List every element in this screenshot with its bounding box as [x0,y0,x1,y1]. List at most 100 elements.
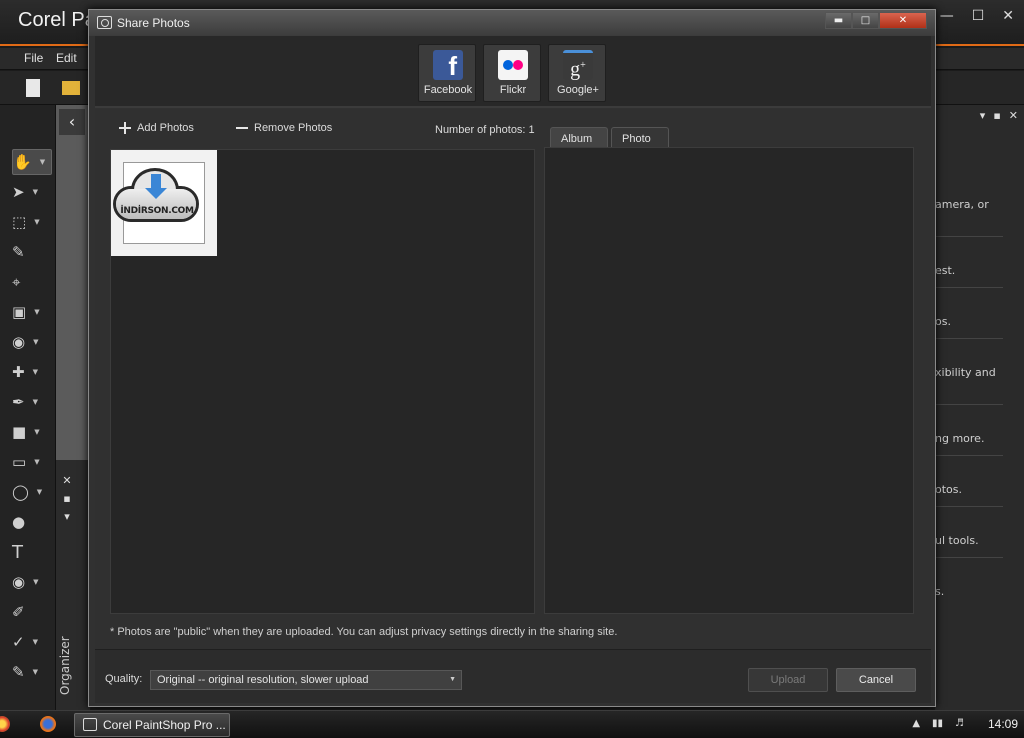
photo-thumbnail[interactable]: İNDİRSON.COM [111,150,217,256]
photo-list[interactable]: İNDİRSON.COM [110,149,535,614]
plus-icon [119,122,131,134]
dialog-body: Add Photos Remove Photos Number of photo… [95,109,931,649]
eraser-tool-icon[interactable]: ▭ ▼ [12,449,52,475]
thumbnail-brand-text: İNDİRSON.COM [120,206,194,216]
clock[interactable]: 14:09 [988,717,1018,731]
google-plus-logo-icon: g+ [563,50,593,81]
smudge-tool-icon[interactable]: ✎ ▼ [12,659,52,685]
flickr-button[interactable]: Flickr [483,44,541,102]
pan-tool-icon[interactable]: ✋ ▼ [12,149,52,175]
panel-text-line: ul tools. [935,534,979,547]
photo-count: Number of photos: 1 [435,124,535,136]
crop-tool-icon[interactable]: ⌖ [12,269,52,295]
facebook-label: Facebook [423,84,473,96]
straighten-tool-icon[interactable]: ▣ ▼ [12,299,52,325]
close-icon[interactable]: ✕ [60,472,74,490]
add-photos-label: Add Photos [137,122,194,134]
divider [935,404,1003,405]
panel-text-line: xibility and [935,366,996,379]
divider [935,557,1003,558]
close-icon[interactable]: ✕ [1009,109,1018,122]
panel-text-line: otos. [935,483,963,496]
makeover-tool-icon[interactable]: ✚ ▼ [12,359,52,385]
google-plus-label: Google+ [557,84,599,96]
pick-tool-icon[interactable]: ➤ ▼ [12,179,52,205]
chevron-down-icon: ▼ [449,676,456,683]
organizer-controls: ✕ ▪ ▾ [60,472,74,526]
dialog-titlebar[interactable]: Share Photos ▬ □ ✕ [89,10,935,36]
divider [935,506,1003,507]
flickr-label: Flickr [499,84,527,96]
cloud-download-logo: İNDİRSON.COM [107,166,205,226]
chevron-down-icon[interactable]: ▾ [60,508,74,526]
maximize-icon[interactable]: ☐ [972,8,985,24]
text-tool-icon[interactable]: T [12,539,52,565]
panel-text-line: os. [935,315,951,328]
paint-brush-icon[interactable]: ✒ ▼ [12,389,52,415]
warp-tool-icon[interactable]: ✓ ▼ [12,629,52,655]
new-file-icon[interactable] [26,79,40,97]
shape-tool-icon[interactable]: ◉ ▼ [12,569,52,595]
gradient-tool-icon[interactable]: ■ ▼ [12,419,52,445]
panel-text-line: ng more. [935,432,985,445]
tools-toolbar: ✋ ▼ ➤ ▼ ⬚ ▼ ✎ ⌖ ▣ ▼ ◉ ▼ ✚ ▼ ✒ ▼ ■ ▼ ▭ ▼ ◯ ▼ ● T ◉ ▼… [0,105,56,710]
maximize-button[interactable]: □ [852,12,879,29]
panel-text-line: s. [935,585,945,598]
camera-icon [83,718,97,731]
pin-icon[interactable]: ▪ [60,490,74,508]
quality-select[interactable]: Original -- original resolution, slower … [150,670,462,690]
organizer-strip: ‹ [56,105,90,710]
taskbar-paintshop-button[interactable]: Corel PaintShop Pro ... [74,713,230,737]
chevron-down-icon[interactable]: ▾ [980,109,986,122]
minus-icon [236,122,248,134]
organizer-handle[interactable]: ‹ [56,105,90,460]
close-button[interactable]: ✕ [879,12,927,29]
privacy-footnote: * Photos are "public" when they are uplo… [110,626,618,638]
cancel-button[interactable]: Cancel [836,668,916,692]
quality-value: Original -- original resolution, slower … [157,674,369,686]
close-icon[interactable]: ✕ [1002,8,1014,24]
open-folder-icon[interactable] [62,81,80,95]
tab-album[interactable]: Album [550,127,608,149]
menu-file[interactable]: File [24,51,43,65]
pin-icon[interactable]: ▪ [993,109,1000,122]
app-title: Corel Pa [18,9,96,31]
minimize-button[interactable]: ▬ [825,12,852,29]
volume-icon[interactable]: ♬ [955,718,964,729]
panel-controls: ▾ ▪ ✕ [980,109,1018,122]
camera-icon [97,16,112,29]
upload-button[interactable]: Upload [748,668,828,692]
share-photos-dialog: Share Photos ▬ □ ✕ f Facebook Flickr g+ … [88,9,936,707]
minimize-icon[interactable]: — [940,8,954,24]
color-changer-icon[interactable]: ● [12,509,52,535]
divider [935,455,1003,456]
album-details-pane[interactable] [544,147,914,614]
panel-text-line: amera, or [935,198,989,211]
system-tray: ▲ ▮▮ ♬ [912,718,964,729]
add-photos-button[interactable]: Add Photos [119,122,194,134]
fill-tool-icon[interactable]: ◯ ▼ [12,479,52,505]
chevron-left-icon[interactable]: ‹ [59,109,85,135]
remove-photos-button[interactable]: Remove Photos [236,122,332,134]
facebook-button[interactable]: f Facebook [418,44,476,102]
chrome-icon[interactable] [0,716,10,732]
taskbar: Corel PaintShop Pro ... ▲ ▮▮ ♬ 14:09 [0,710,1024,738]
flickr-logo-icon [498,50,528,80]
desktop: Corel Pa — ☐ ✕ File Edit ✋ ▼ ➤ ▼ ⬚ ▼ ✎ ⌖ ▣ ▼… [0,0,1024,738]
dialog-title: Share Photos [117,16,190,30]
remove-photos-label: Remove Photos [254,122,333,134]
menu-edit[interactable]: Edit [56,51,77,65]
firefox-icon[interactable] [40,716,56,732]
chevron-up-icon[interactable]: ▲ [912,718,920,729]
quality-label: Quality: [105,673,143,685]
dropper-tool-icon[interactable]: ✎ [12,239,52,265]
selection-tool-icon[interactable]: ⬚ ▼ [12,209,52,235]
divider [935,287,1003,288]
pen-tool-icon[interactable]: ✐ [12,599,52,625]
google-plus-button[interactable]: g+ Google+ [548,44,606,102]
red-eye-tool-icon[interactable]: ◉ ▼ [12,329,52,355]
signal-icon[interactable]: ▮▮ [932,718,943,729]
learning-center-panel: ▾ ▪ ✕ amera, or est. os. xibility and ng… [935,105,1024,710]
tab-photo[interactable]: Photo [611,127,669,149]
organizer-label[interactable]: Organizer [58,636,72,695]
